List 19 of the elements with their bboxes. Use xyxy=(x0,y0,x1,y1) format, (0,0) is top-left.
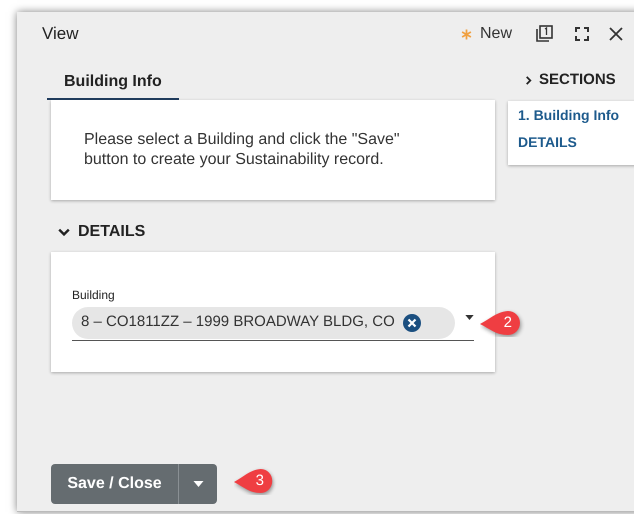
instruction-text: Please select a Building and click the "Save" button to create your Sustainability record. xyxy=(84,130,401,170)
field-label: Building xyxy=(72,288,116,302)
chip-text: 8 – CO1811ZZ – 1999 BROADWAY BLDG, CO xyxy=(81,312,395,332)
section-link[interactable]: 1. Building Info xyxy=(518,107,620,123)
copy-icon[interactable] xyxy=(534,24,554,44)
close-icon[interactable] xyxy=(608,26,624,42)
fullscreen-icon[interactable] xyxy=(574,26,590,42)
section-title: DETAILS xyxy=(78,222,146,242)
status-label: New xyxy=(480,24,512,44)
window-title: View xyxy=(42,23,80,46)
dropdown-caret-icon[interactable] xyxy=(465,315,474,320)
details-section-header[interactable]: DETAILS xyxy=(58,220,146,244)
building-field[interactable]: 8 – CO1811ZZ – 1999 BROADWAY BLDG, CO xyxy=(72,305,474,341)
sections-title: SECTIONS xyxy=(539,70,616,90)
asterisk-icon xyxy=(460,28,472,40)
remove-chip-icon[interactable] xyxy=(402,314,421,332)
section-link[interactable]: DETAILS xyxy=(518,134,577,150)
sections-toggle[interactable]: SECTIONS xyxy=(524,70,616,90)
save-close-button[interactable]: Save / Close xyxy=(51,464,179,504)
